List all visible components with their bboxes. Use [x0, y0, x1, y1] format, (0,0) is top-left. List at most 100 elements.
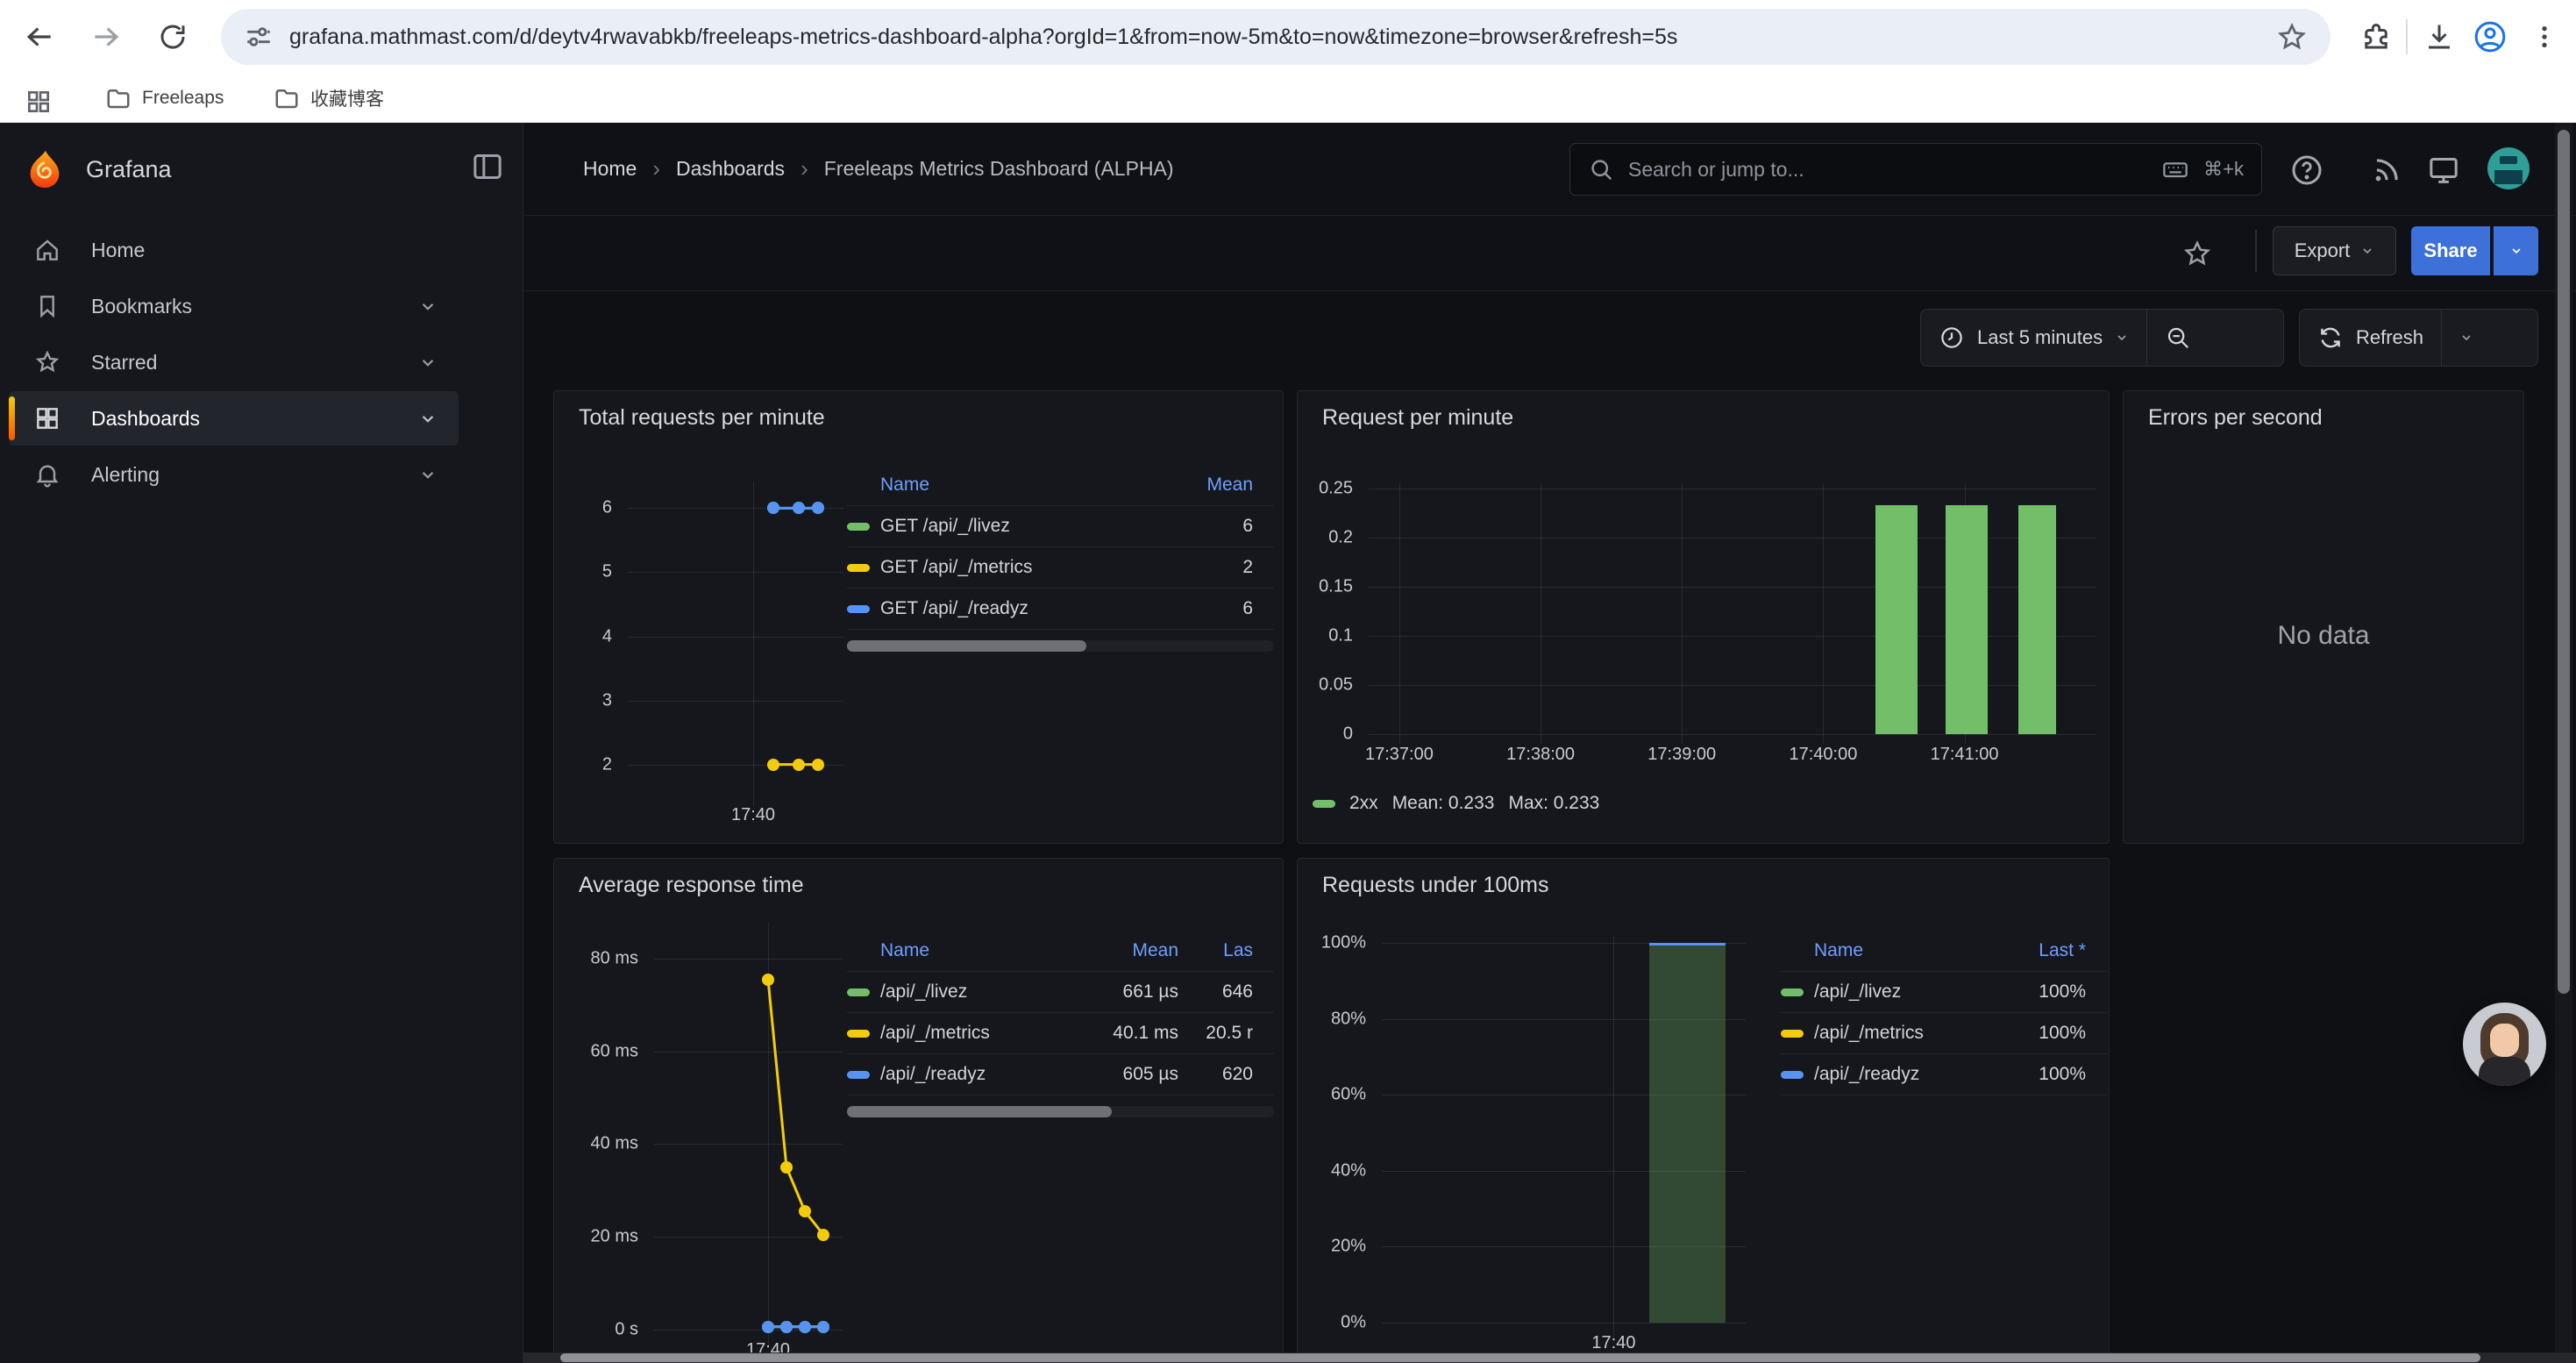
legend-row[interactable]: /api/_/livez661 µs646	[847, 972, 1274, 1013]
series-point	[817, 1321, 829, 1333]
panel-average-response-time[interactable]: Average response time 80 ms60 ms40 ms20 …	[553, 858, 1284, 1363]
chevron-down-icon[interactable]	[416, 295, 439, 318]
legend-row[interactable]: /api/_/readyz100%	[1781, 1054, 2107, 1095]
sidebar-item-bookmarks[interactable]: Bookmarks	[9, 279, 459, 333]
horizontal-scrollbar[interactable]	[523, 1352, 2576, 1363]
search-input[interactable]: Search or jump to... ⌘+k	[1569, 143, 2262, 196]
legend-series-name: GET /api/_/livez	[880, 516, 1148, 537]
legend-row[interactable]: GET /api/_/readyz6	[847, 589, 1274, 630]
gridline-x	[1399, 483, 1400, 744]
breadcrumb-home[interactable]: Home	[583, 157, 637, 181]
legend-column-header[interactable]: Last *	[1989, 940, 2086, 961]
profile-button[interactable]	[2471, 18, 2509, 56]
refresh-interval-button[interactable]	[2442, 310, 2491, 366]
legend-row[interactable]: /api/_/metrics100%	[1781, 1013, 2107, 1054]
zoom-out-button[interactable]	[2147, 310, 2209, 366]
y-axis-tick-label: 4	[602, 626, 612, 646]
legend-row[interactable]: GET /api/_/metrics2	[847, 547, 1274, 589]
time-range-picker[interactable]: Last 5 minutes	[1921, 310, 2146, 366]
y-axis-tick-label: 0%	[1341, 1313, 1366, 1333]
legend-value: 100%	[1989, 981, 2086, 1003]
refresh-icon	[2317, 325, 2344, 351]
favorite-dashboard-button[interactable]	[2182, 239, 2212, 268]
breadcrumb-current: Freeleaps Metrics Dashboard (ALPHA)	[824, 157, 1174, 181]
breadcrumb-dashboards[interactable]: Dashboards	[676, 157, 785, 181]
downloads-button[interactable]	[2420, 18, 2459, 56]
legend-column-header[interactable]: Name	[1814, 940, 1989, 961]
avatar-pattern	[2494, 170, 2523, 184]
bell-icon	[33, 460, 61, 489]
reload-button[interactable]	[153, 17, 193, 57]
legend-series-name: /api/_/metrics	[1814, 1023, 1989, 1044]
legend-value: 40.1 ms	[1047, 1023, 1178, 1044]
series-point	[793, 502, 805, 514]
panel-requests-under-100ms[interactable]: Requests under 100ms 100%80%60%40%20%0%1…	[1297, 858, 2110, 1363]
user-avatar[interactable]	[2487, 147, 2530, 189]
panel-title[interactable]: Average response time	[579, 873, 804, 898]
floating-assistant-avatar[interactable]	[2463, 1003, 2546, 1086]
x-axis-tick-label: 17:40	[731, 805, 775, 825]
legend-scrollbar-thumb[interactable]	[847, 1106, 1112, 1117]
horizontal-scrollbar-thumb[interactable]	[560, 1353, 2480, 1362]
legend-value: 2	[1148, 557, 1253, 578]
help-button[interactable]	[2288, 151, 2326, 189]
url-bar[interactable]: grafana.mathmast.com/d/deytv4rwavabkb/fr…	[221, 9, 2330, 65]
vertical-scrollbar-thumb[interactable]	[2558, 130, 2570, 994]
bookmark-star-icon[interactable]	[2276, 21, 2308, 53]
news-button[interactable]	[2367, 151, 2406, 189]
legend-series-name: GET /api/_/metrics	[880, 557, 1148, 578]
legend-scrollbar[interactable]	[847, 640, 1274, 652]
vertical-scrollbar[interactable]	[2555, 123, 2572, 1363]
panel-title[interactable]: Requests under 100ms	[1322, 873, 1548, 898]
screen-share-button[interactable]	[2424, 151, 2463, 189]
grafana-logo[interactable]	[25, 149, 65, 189]
legend-column-header[interactable]: Mean	[1148, 475, 1253, 496]
chevron-down-icon[interactable]	[416, 351, 439, 374]
actions-divider	[2255, 230, 2257, 272]
panel-request-per-minute[interactable]: Request per minute 0.250.20.150.10.05017…	[1297, 390, 2110, 844]
avatar-body	[2479, 1057, 2530, 1086]
bookmark-folder-blogs[interactable]: 收藏博客	[263, 81, 395, 116]
sidebar-item-home[interactable]: Home	[9, 223, 459, 277]
legend-column-header[interactable]: Mean	[1047, 940, 1178, 961]
legend-row[interactable]: /api/_/livez100%	[1781, 972, 2107, 1013]
panel-errors-per-second[interactable]: Errors per second No data	[2123, 390, 2524, 844]
bar-chart-plot: 0.250.20.150.10.05017:37:0017:38:0017:39…	[1369, 489, 2096, 734]
legend-scrollbar[interactable]	[847, 1106, 1274, 1117]
legend-column-header[interactable]: Name	[880, 475, 1148, 496]
y-axis-tick-label: 20 ms	[591, 1227, 638, 1247]
y-axis-tick-label: 60 ms	[591, 1041, 638, 1061]
extensions-button[interactable]	[2357, 18, 2395, 56]
sidebar-toggle-button[interactable]	[470, 149, 505, 184]
legend-row[interactable]: GET /api/_/livez6	[847, 506, 1274, 547]
chevron-down-icon[interactable]	[416, 407, 439, 430]
legend-row[interactable]: /api/_/metrics40.1 ms20.5 r	[847, 1013, 1274, 1054]
refresh-button[interactable]: Refresh	[2300, 310, 2441, 366]
sidebar-item-starred[interactable]: Starred	[9, 335, 459, 389]
browser-menu-button[interactable]	[2525, 18, 2564, 56]
legend-scrollbar-thumb[interactable]	[847, 640, 1086, 652]
export-button[interactable]: Export	[2273, 226, 2396, 275]
panel-title[interactable]: Errors per second	[2148, 405, 2323, 431]
bar	[2018, 505, 2056, 734]
legend-column-header[interactable]: Las	[1178, 940, 1253, 961]
share-menu-button[interactable]	[2492, 226, 2538, 275]
chevron-down-icon[interactable]	[416, 463, 439, 486]
panel-title[interactable]: Request per minute	[1322, 405, 1513, 431]
legend-column-header[interactable]: Name	[880, 940, 1047, 961]
panel-title[interactable]: Total requests per minute	[579, 405, 825, 431]
apps-shortcut-button[interactable]	[19, 82, 58, 121]
site-settings-icon	[244, 22, 274, 52]
legend-inline[interactable]: 2xx Mean: 0.233 Max: 0.233	[1313, 793, 1599, 814]
series-color-dash	[1781, 1030, 1804, 1038]
sidebar-item-dashboards[interactable]: Dashboards	[9, 391, 459, 446]
panel-total-requests-per-minute[interactable]: Total requests per minute 6543217:40 Nam…	[553, 390, 1284, 844]
legend-row[interactable]: /api/_/readyz605 µs620	[847, 1054, 1274, 1095]
grafana-header: Home › Dashboards › Freeleaps Metrics Da…	[523, 123, 2576, 216]
sidebar-item-alerting[interactable]: Alerting	[9, 447, 459, 502]
back-button[interactable]	[19, 17, 60, 57]
bookmark-folder-freeleaps[interactable]: Freeleaps	[95, 81, 234, 116]
forward-button[interactable]	[86, 17, 126, 57]
share-button[interactable]: Share	[2411, 226, 2490, 275]
legend-value: 605 µs	[1047, 1064, 1178, 1085]
